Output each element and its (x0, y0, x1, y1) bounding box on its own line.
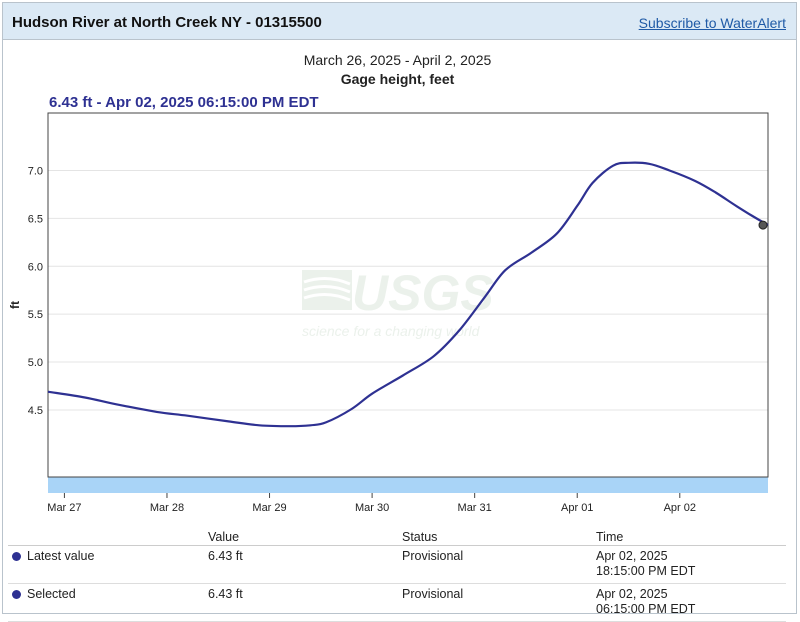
row-value: 6.43 ft (204, 583, 398, 622)
row-label-cell: Latest value (8, 545, 204, 584)
row-time: Apr 02, 2025 18:15:00 PM EDT (592, 545, 786, 584)
row-status: Provisional (398, 583, 592, 622)
row-label-cell: Selected (8, 583, 204, 622)
x-tick-label: Apr 01 (561, 502, 593, 514)
y-axis-label: ft (8, 301, 22, 309)
row-label: Selected (27, 587, 76, 601)
series-dot-icon (12, 590, 21, 599)
row-time-clock: 06:15:00 PM EDT (596, 602, 696, 616)
y-tick-label: 7.0 (28, 165, 43, 177)
row-time-date: Apr 02, 2025 (596, 549, 668, 563)
row-time-date: Apr 02, 2025 (596, 587, 668, 601)
row-value: 6.43 ft (204, 545, 398, 584)
row-time: Apr 02, 2025 06:15:00 PM EDT (592, 583, 786, 622)
x-tick-label: Mar 27 (47, 502, 81, 514)
x-tick-label: Mar 30 (355, 502, 389, 514)
y-tick-label: 6.0 (28, 261, 43, 273)
x-tick-label: Mar 28 (150, 502, 184, 514)
y-tick-label: 6.5 (28, 213, 43, 225)
values-table: Value Status Time Latest value 6.43 ft P… (8, 528, 786, 622)
series-dot-icon (12, 552, 21, 561)
x-tick-label: Apr 02 (664, 502, 696, 514)
time-brush-slider[interactable] (48, 477, 768, 493)
y-tick-label: 5.0 (28, 357, 43, 369)
row-time-clock: 18:15:00 PM EDT (596, 564, 696, 578)
gage-height-chart[interactable]: USGS science for a changing world 4.5 5.0… (0, 0, 800, 525)
table-header-row: Value Status Time (8, 528, 786, 546)
x-tick-label: Mar 31 (458, 502, 492, 514)
header-time: Time (592, 528, 786, 546)
row-label: Latest value (27, 549, 95, 563)
x-tick-label: Mar 29 (252, 502, 286, 514)
header-series (8, 528, 204, 546)
header-status: Status (398, 528, 592, 546)
selected-point-marker[interactable] (758, 220, 768, 230)
y-tick-label: 4.5 (28, 405, 43, 417)
x-axis-ticks: Mar 27 Mar 28 Mar 29 Mar 30 Mar 31 Apr 01 Apr … (47, 493, 696, 514)
header-value: Value (204, 528, 398, 546)
y-tick-label: 5.5 (28, 309, 43, 321)
table-row: Latest value 6.43 ft Provisional Apr 02,… (8, 545, 786, 584)
table-row: Selected 6.43 ft Provisional Apr 02, 202… (8, 583, 786, 622)
y-axis-ticks: 4.5 5.0 5.5 6.0 6.5 7.0 (28, 165, 43, 416)
row-status: Provisional (398, 545, 592, 584)
usgs-watermark: USGS science for a changing world (302, 265, 494, 339)
